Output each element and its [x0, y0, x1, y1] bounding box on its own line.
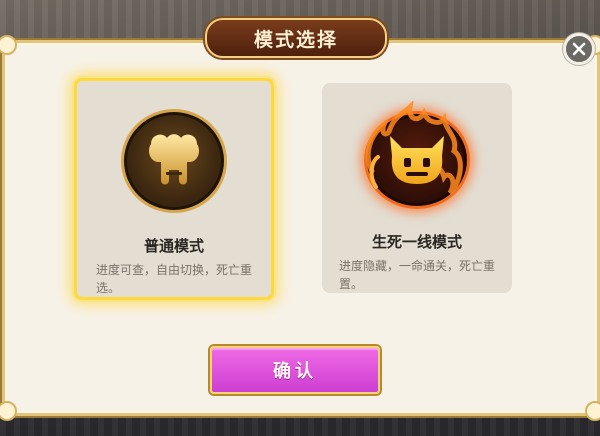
dialog-title: 模式选择 — [205, 18, 387, 58]
elephant-head-icon — [121, 109, 227, 213]
mode-title: 普通模式 — [143, 237, 204, 255]
dialog-corner-ornament — [0, 35, 17, 55]
mode-card-normal[interactable]: 普通模式 进度可查，自由切换，死亡重选。 — [74, 78, 274, 300]
mode-title: 生死一线模式 — [371, 233, 462, 251]
mode-description: 进度可查，自由切换，死亡重选。 — [96, 263, 253, 295]
mode-description: 进度隐藏，一命通关，死亡重置。 — [339, 259, 496, 291]
mode-card-hardcore[interactable]: 生死一线模式 进度隐藏，一命通关，死亡重置。 — [322, 83, 512, 293]
flaming-devil-icon — [364, 101, 470, 209]
confirm-button[interactable]: 确认 — [210, 346, 380, 394]
dialog-corner-ornament — [585, 401, 600, 421]
close-icon — [572, 42, 586, 56]
close-button[interactable] — [563, 33, 595, 65]
